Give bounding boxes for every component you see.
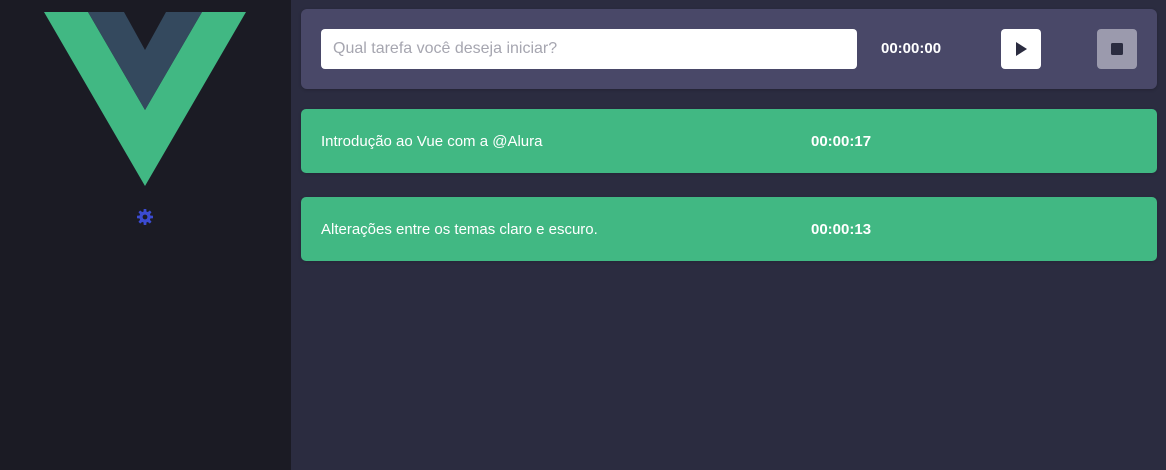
play-button[interactable]	[1001, 29, 1041, 69]
task-list: Introdução ao Vue com a @Alura 00:00:17 …	[301, 109, 1157, 261]
task-input[interactable]	[321, 29, 857, 69]
vue-logo	[44, 12, 246, 186]
stop-icon	[1111, 43, 1123, 55]
stop-button[interactable]	[1097, 29, 1137, 69]
task-card[interactable]: Alterações entre os temas claro e escuro…	[301, 197, 1157, 261]
play-icon	[1016, 42, 1027, 56]
stopwatch-display: 00:00:00	[881, 40, 942, 57]
main-content: 00:00:00 Introdução ao Vue com a @Alura …	[291, 0, 1166, 470]
task-duration: 00:00:13	[811, 221, 872, 238]
gear-icon[interactable]	[136, 208, 154, 226]
task-duration: 00:00:17	[811, 133, 872, 150]
sidebar	[0, 0, 291, 470]
task-name: Introdução ao Vue com a @Alura	[321, 133, 543, 150]
task-name: Alterações entre os temas claro e escuro…	[321, 221, 598, 238]
task-form: 00:00:00	[301, 9, 1157, 89]
task-card[interactable]: Introdução ao Vue com a @Alura 00:00:17	[301, 109, 1157, 173]
